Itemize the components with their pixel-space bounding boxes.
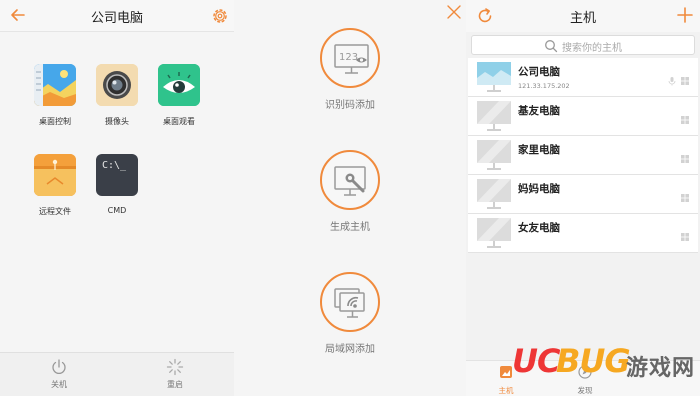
host-ip: 121.33.175.202	[518, 82, 570, 90]
monitor-icon	[477, 140, 511, 170]
host-list: 公司电脑 121.33.175.202 基友电脑 家里电脑 妈妈电脑 女友电脑	[468, 58, 698, 253]
add-by-code-label: 识别码添加	[325, 100, 375, 111]
host-name: 基友电脑	[518, 105, 560, 117]
app-remote-files[interactable]: 远程文件	[25, 154, 85, 217]
gear-icon[interactable]	[210, 6, 230, 26]
plus-icon[interactable]	[675, 5, 695, 25]
app-label: 远程文件	[39, 207, 71, 216]
windows-icon	[681, 116, 689, 124]
app-desktop-control[interactable]: 桌面控制	[25, 64, 85, 127]
close-icon[interactable]	[446, 4, 462, 20]
host-row-mom[interactable]: 妈妈电脑	[468, 175, 698, 214]
search-icon	[545, 40, 558, 53]
windows-icon	[681, 155, 689, 163]
monitor-icon	[477, 218, 511, 248]
windows-icon	[681, 194, 689, 202]
lan-screen-icon	[320, 272, 380, 332]
eye-icon	[158, 64, 200, 106]
app-label: CMD	[107, 206, 127, 215]
app-camera[interactable]: 摄像头	[87, 64, 147, 127]
add-by-lan-label: 局域网添加	[325, 344, 375, 355]
watermark-uc: UC	[512, 342, 560, 380]
add-by-lan-button[interactable]: 局域网添加	[234, 272, 466, 355]
host-row-company[interactable]: 公司电脑 121.33.175.202	[468, 58, 698, 97]
code-text: 123	[339, 52, 358, 63]
device-header: 公司电脑	[0, 0, 234, 32]
host-search-input[interactable]: 搜索你的主机	[471, 35, 695, 55]
restart-button[interactable]: 重启	[145, 357, 205, 390]
watermark-site-text: 游戏网	[626, 356, 696, 381]
shutdown-button[interactable]: 关机	[29, 357, 89, 390]
microphone-icon	[668, 77, 676, 86]
add-by-code-button[interactable]: 123 识别码添加	[234, 28, 466, 111]
loading-icon	[166, 358, 184, 376]
generate-host-button[interactable]: 生成主机	[234, 150, 466, 233]
windows-icon	[681, 233, 689, 241]
host-title: 主机	[569, 11, 596, 26]
app-label: 桌面观看	[163, 117, 195, 126]
host-row-buddy[interactable]: 基友电脑	[468, 97, 698, 136]
host-name: 妈妈电脑	[518, 183, 560, 195]
wrench-screen-icon	[320, 150, 380, 210]
search-placeholder: 搜索你的主机	[562, 43, 622, 54]
terminal-icon: C:\_	[96, 154, 138, 196]
shutdown-label: 关机	[51, 380, 67, 389]
generate-host-label: 生成主机	[330, 222, 370, 233]
app-label: 桌面控制	[39, 117, 71, 126]
power-icon	[52, 359, 66, 374]
device-title: 公司电脑	[90, 11, 143, 26]
code-screen-icon: 123	[320, 28, 380, 88]
restart-label: 重启	[167, 380, 183, 389]
ucbug-watermark-logo: UC BUG 游戏网	[504, 336, 700, 392]
device-panel: 公司电脑 桌面控制 摄像头 桌面观看 远程文件 C:\_ CMD 关机 重启	[0, 0, 234, 396]
host-name: 女友电脑	[518, 222, 560, 234]
host-row-home[interactable]: 家里电脑	[468, 136, 698, 175]
host-row-girlfriend[interactable]: 女友电脑	[468, 214, 698, 253]
windows-icon	[681, 77, 689, 85]
host-name: 家里电脑	[518, 144, 560, 156]
monitor-icon	[477, 101, 511, 131]
terminal-glyph: C:\_	[102, 160, 127, 171]
app-desktop-view[interactable]: 桌面观看	[149, 64, 209, 127]
monitor-icon	[477, 62, 511, 92]
folder-icon	[34, 154, 76, 196]
monitor-icon	[477, 179, 511, 209]
device-footer: 关机 重启	[0, 352, 234, 396]
app-cmd[interactable]: C:\_ CMD	[87, 154, 147, 215]
host-header: 主机	[466, 0, 700, 32]
host-name: 公司电脑	[518, 66, 560, 78]
camera-icon	[96, 64, 138, 106]
desktop-control-icon	[34, 64, 76, 106]
add-host-panel: 123 识别码添加 生成主机 局域网添加	[234, 0, 466, 396]
app-label: 摄像头	[105, 117, 129, 126]
watermark-bug: BUG	[556, 342, 631, 380]
